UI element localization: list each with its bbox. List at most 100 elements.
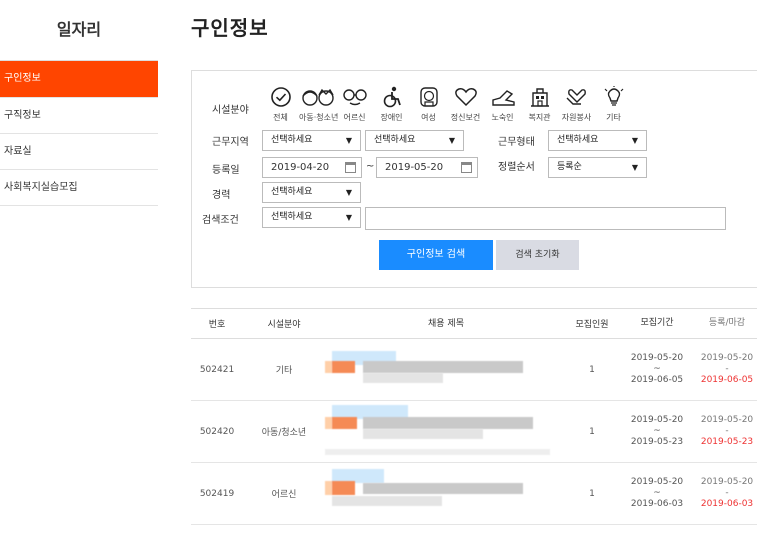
row-number: 502420 bbox=[199, 426, 235, 437]
category-welfare-center[interactable]: 복지관 bbox=[521, 85, 558, 123]
chevron-down-icon: ▼ bbox=[345, 213, 352, 222]
table-row[interactable]: 502420 아동/청소년 1 2019-05-20 ~ 2019-05-23 … bbox=[191, 401, 757, 463]
results-table: 번호 시설분야 채용 제목 모집인원 모집기간 등록/마감 502421 기타 … bbox=[191, 308, 757, 525]
sort-label: 정렬순서 bbox=[498, 162, 535, 173]
category-label: 장애인 bbox=[380, 113, 403, 122]
career-select[interactable]: 선택하세요 ▼ bbox=[262, 182, 361, 203]
category-label: 복지관 bbox=[528, 113, 551, 122]
date-value: 2019-05-20 bbox=[385, 162, 444, 173]
category-volunteer[interactable]: 자원봉사 bbox=[558, 85, 595, 123]
check-circle-icon bbox=[262, 85, 299, 109]
row-period: 2019-05-20 ~ 2019-06-05 bbox=[617, 353, 697, 386]
career-label: 경력 bbox=[212, 190, 231, 201]
condition-label: 검색조건 bbox=[202, 215, 239, 226]
region-select-2[interactable]: 선택하세요 ▼ bbox=[365, 130, 464, 151]
chevron-down-icon: ▼ bbox=[345, 188, 352, 197]
keyword-input[interactable] bbox=[365, 207, 726, 230]
select-value: 선택하세요 bbox=[557, 135, 599, 145]
category-label: 여성 bbox=[421, 113, 436, 122]
shoe-icon bbox=[484, 85, 521, 109]
table-header: 번호 시설분야 채용 제목 모집인원 모집기간 등록/마감 bbox=[191, 309, 757, 339]
registered-date: 2019-05-20 bbox=[700, 477, 754, 487]
category-label: 자원봉사 bbox=[561, 113, 592, 122]
row-number: 502419 bbox=[199, 488, 235, 499]
calendar-icon[interactable] bbox=[461, 162, 472, 173]
lightbulb-icon bbox=[595, 85, 632, 109]
children-icon bbox=[299, 85, 336, 109]
row-category: 기타 bbox=[275, 366, 293, 376]
wheelchair-icon bbox=[373, 85, 410, 109]
category-disabled[interactable]: 장애인 bbox=[373, 85, 410, 123]
period-end: 2019-05-23 bbox=[630, 437, 684, 447]
row-count: 1 bbox=[589, 364, 595, 375]
select-value: 선택하세요 bbox=[271, 212, 313, 222]
category-label: 아동·청소년 bbox=[299, 113, 339, 122]
select-value: 선택하세요 bbox=[271, 135, 313, 145]
category-children[interactable]: 아동·청소년 bbox=[299, 85, 339, 123]
select-value: 선택하세요 bbox=[374, 135, 416, 145]
category-elderly[interactable]: 어르신 bbox=[336, 85, 373, 123]
facility-label: 시설분야 bbox=[212, 105, 249, 116]
woman-icon bbox=[410, 85, 447, 109]
date-dash: - bbox=[725, 426, 729, 436]
row-number: 502421 bbox=[199, 364, 235, 375]
row-count: 1 bbox=[589, 488, 595, 499]
period-end: 2019-06-05 bbox=[630, 375, 684, 385]
category-all[interactable]: 전체 bbox=[262, 85, 299, 123]
date-dash: - bbox=[725, 364, 729, 374]
category-label: 전체 bbox=[273, 113, 288, 122]
header-category: 시설분야 bbox=[267, 320, 301, 330]
condition-select[interactable]: 선택하세요 ▼ bbox=[262, 207, 361, 228]
row-title-redacted[interactable] bbox=[325, 339, 567, 400]
row-period: 2019-05-20 ~ 2019-05-23 bbox=[617, 415, 697, 448]
category-homeless[interactable]: 노숙인 bbox=[484, 85, 521, 123]
sidebar-item-job-seekers[interactable]: 구직정보 bbox=[0, 98, 158, 134]
search-button[interactable]: 구인정보 검색 bbox=[379, 240, 493, 270]
glasses-icon bbox=[336, 85, 373, 109]
row-deadline: 2019-05-20 - 2019-06-03 bbox=[697, 477, 757, 510]
select-value: 선택하세요 bbox=[271, 187, 313, 197]
category-label: 어르신 bbox=[343, 113, 366, 122]
building-icon bbox=[521, 85, 558, 109]
deadline-date: 2019-05-23 bbox=[700, 437, 754, 447]
chevron-down-icon: ▼ bbox=[631, 136, 638, 145]
header-deadline: 등록/마감 bbox=[708, 318, 746, 328]
row-period: 2019-05-20 ~ 2019-06-03 bbox=[617, 477, 697, 510]
category-mental-health[interactable]: 정신보건 bbox=[447, 85, 484, 123]
date-separator: ~ bbox=[366, 161, 375, 172]
table-row[interactable]: 502421 기타 1 2019-05-20 ~ 2019-06-05 2019… bbox=[191, 339, 757, 401]
calendar-icon[interactable] bbox=[345, 162, 356, 173]
row-deadline: 2019-05-20 - 2019-05-23 bbox=[697, 415, 757, 448]
period-separator: ~ bbox=[653, 364, 661, 374]
page-title: 구인정보 bbox=[191, 16, 269, 40]
period-start: 2019-05-20 bbox=[630, 477, 684, 487]
registered-date: 2019-05-20 bbox=[700, 353, 754, 363]
registered-date: 2019-05-20 bbox=[700, 415, 754, 425]
date-to-input[interactable]: 2019-05-20 bbox=[376, 157, 478, 178]
category-filter: 전체 아동·청소년 어르신 장애인 여성 정신보건 노숙인 복지관 자원봉사 기… bbox=[262, 85, 632, 123]
select-value: 등록순 bbox=[557, 162, 582, 172]
row-title-redacted[interactable] bbox=[325, 463, 567, 524]
period-start: 2019-05-20 bbox=[630, 415, 684, 425]
category-label: 노숙인 bbox=[491, 113, 514, 122]
chevron-down-icon: ▼ bbox=[345, 136, 352, 145]
sort-select[interactable]: 등록순 ▼ bbox=[548, 157, 647, 178]
header-number: 번호 bbox=[208, 320, 226, 330]
row-category: 어르신 bbox=[271, 490, 297, 500]
category-label: 기타 bbox=[606, 113, 621, 122]
sidebar-item-resources[interactable]: 자료실 bbox=[0, 134, 158, 170]
row-title-redacted[interactable] bbox=[325, 401, 567, 462]
period-separator: ~ bbox=[653, 426, 661, 436]
deadline-date: 2019-06-03 bbox=[700, 499, 754, 509]
category-women[interactable]: 여성 bbox=[410, 85, 447, 123]
hands-icon bbox=[558, 85, 595, 109]
reset-button[interactable]: 검색 초기화 bbox=[496, 240, 579, 270]
category-label: 정신보건 bbox=[450, 113, 481, 122]
table-row[interactable]: 502419 어르신 1 2019-05-20 ~ 2019-06-03 201… bbox=[191, 463, 757, 525]
sidebar-item-practicum[interactable]: 사회복지실습모집 bbox=[0, 170, 158, 206]
category-other[interactable]: 기타 bbox=[595, 85, 632, 123]
region-select-1[interactable]: 선택하세요 ▼ bbox=[262, 130, 361, 151]
worktype-select[interactable]: 선택하세요 ▼ bbox=[548, 130, 647, 151]
sidebar-item-job-offers[interactable]: 구인정보 bbox=[0, 61, 158, 98]
date-from-input[interactable]: 2019-04-20 bbox=[262, 157, 362, 178]
